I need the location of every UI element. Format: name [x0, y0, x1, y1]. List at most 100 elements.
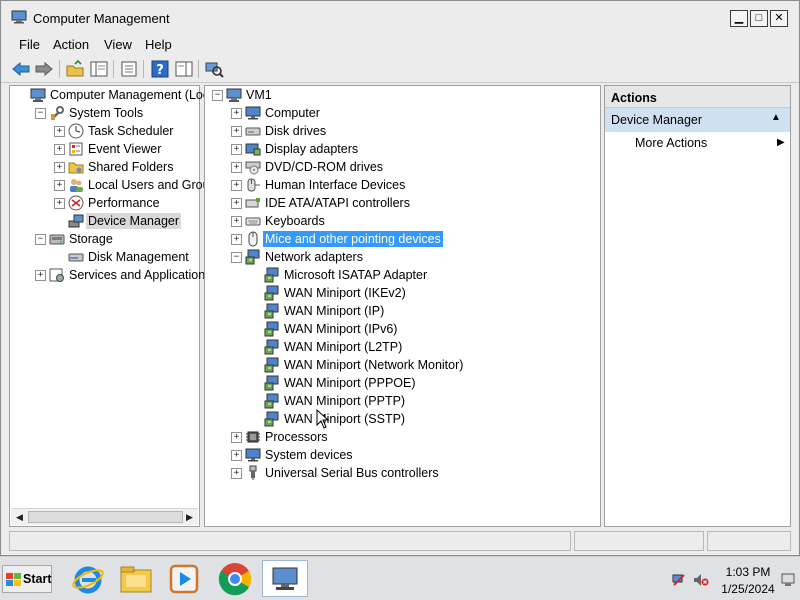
- tree-item-wan-miniport-pptp[interactable]: WAN Miniport (PPTP): [205, 392, 599, 410]
- tree-item-performance[interactable]: + Performance: [10, 194, 198, 212]
- expand-icon[interactable]: +: [231, 108, 242, 119]
- expand-icon[interactable]: +: [35, 270, 46, 281]
- tree-item-network-adapters[interactable]: − Network adapters: [205, 248, 599, 266]
- collapse-icon[interactable]: −: [212, 90, 223, 101]
- menu-action[interactable]: Action: [53, 37, 89, 52]
- expand-icon[interactable]: +: [231, 198, 242, 209]
- device-tree-pane[interactable]: − VM1 + Computer + Disk drives + Display adapte…: [204, 85, 601, 527]
- horizontal-scrollbar[interactable]: ◀ ▶: [11, 508, 198, 525]
- collapse-up-icon[interactable]: ▲: [771, 112, 781, 123]
- tree-item-display-adapters[interactable]: + Display adapters: [205, 140, 599, 158]
- collapse-icon[interactable]: −: [35, 108, 46, 119]
- scroll-left-icon[interactable]: ◀: [13, 511, 26, 524]
- expand-icon[interactable]: +: [231, 468, 242, 479]
- tree-item-universal-serial-bus-controllers[interactable]: + Universal Serial Bus controllers: [205, 464, 599, 482]
- chrome-icon[interactable]: [217, 561, 253, 597]
- menu-help[interactable]: Help: [145, 37, 172, 52]
- internet-explorer-icon[interactable]: [70, 561, 106, 597]
- title-bar[interactable]: Computer Management ▁ □ ✕: [1, 1, 799, 33]
- scroll-right-icon[interactable]: ▶: [183, 511, 196, 524]
- tree-item-wan-miniport-l2tp[interactable]: WAN Miniport (L2TP): [205, 338, 599, 356]
- tree-item-label: WAN Miniport (IP): [284, 304, 385, 318]
- expand-icon[interactable]: +: [231, 432, 242, 443]
- tree-item-dvd-cd-rom-drives[interactable]: + DVD/CD-ROM drives: [205, 158, 599, 176]
- network-tray-icon[interactable]: [672, 573, 686, 587]
- tree-item-human-interface-devices[interactable]: + Human Interface Devices: [205, 176, 599, 194]
- expand-icon[interactable]: +: [231, 126, 242, 137]
- actions-section-device-manager[interactable]: Device Manager ▲: [605, 108, 790, 132]
- network-adapter-icon: [264, 393, 279, 409]
- tree-item-wan-miniport-pppoe[interactable]: WAN Miniport (PPPOE): [205, 374, 599, 392]
- mouse-cursor-icon: [316, 409, 330, 429]
- tree-item-microsoft-isatap-adapter[interactable]: Microsoft ISATAP Adapter: [205, 266, 599, 284]
- tree-item-wan-miniport-ip[interactable]: WAN Miniport (IP): [205, 302, 599, 320]
- menu-view[interactable]: View: [104, 37, 132, 52]
- more-actions-item[interactable]: More Actions: [635, 136, 707, 150]
- tree-item-event-viewer[interactable]: + Event Viewer: [10, 140, 198, 158]
- collapse-icon[interactable]: −: [35, 234, 46, 245]
- tree-item-storage[interactable]: − Storage: [10, 230, 198, 248]
- tree-item-local-users-and-groups[interactable]: + Local Users and Groups: [10, 176, 223, 194]
- expand-icon[interactable]: +: [54, 144, 65, 155]
- tree-item-keyboards[interactable]: + Keyboards: [205, 212, 599, 230]
- tree-item-system-devices[interactable]: + System devices: [205, 446, 599, 464]
- tree-item-mice-and-other-pointing-devices[interactable]: + Mice and other pointing devices: [205, 230, 599, 248]
- close-button[interactable]: ✕: [770, 10, 788, 27]
- menu-file[interactable]: File: [19, 37, 40, 52]
- tree-item-shared-folders[interactable]: + Shared Folders: [10, 158, 198, 176]
- tree-item-wan-miniport-ikev2[interactable]: WAN Miniport (IKEv2): [205, 284, 599, 302]
- console-tree-pane[interactable]: Computer Management (Local − System Tools +…: [9, 85, 223, 527]
- tree-item-task-scheduler[interactable]: + Task Scheduler: [10, 122, 198, 140]
- expand-icon[interactable]: +: [231, 144, 242, 155]
- notification-icon[interactable]: [781, 573, 795, 587]
- network-adapter-icon: [264, 267, 279, 283]
- window-title: Computer Management: [33, 11, 170, 26]
- tree-item-wan-miniport-sstp[interactable]: WAN Miniport (SSTP): [205, 410, 599, 428]
- media-player-icon[interactable]: [166, 561, 202, 597]
- show-hide-tree-icon[interactable]: [89, 60, 109, 78]
- tree-item-ide-ata-atapi-controllers[interactable]: + IDE ATA/ATAPI controllers: [205, 194, 599, 212]
- expand-icon[interactable]: +: [231, 450, 242, 461]
- expand-icon[interactable]: +: [231, 162, 242, 173]
- tree-item-label: Universal Serial Bus controllers: [265, 466, 439, 480]
- clock-date[interactable]: 1/25/2024: [712, 582, 784, 596]
- show-hide-action-pane-icon[interactable]: [174, 60, 194, 78]
- properties-icon[interactable]: [119, 60, 139, 78]
- volume-muted-icon[interactable]: [693, 573, 709, 587]
- tree-item-disk-drives[interactable]: + Disk drives: [205, 122, 599, 140]
- tree-item-services-and-applications[interactable]: + Services and Applications: [10, 266, 211, 284]
- scroll-thumb[interactable]: [28, 511, 183, 523]
- back-arrow-icon[interactable]: [11, 60, 31, 78]
- scan-hardware-icon[interactable]: [204, 60, 224, 78]
- expand-icon[interactable]: +: [54, 162, 65, 173]
- tree-item-disk-management[interactable]: Disk Management: [10, 248, 198, 266]
- tree-item-processors[interactable]: + Processors: [205, 428, 599, 446]
- expand-icon[interactable]: +: [54, 126, 65, 137]
- minimize-button[interactable]: ▁: [730, 10, 748, 27]
- maximize-button[interactable]: □: [750, 10, 768, 27]
- expand-icon[interactable]: +: [54, 198, 65, 209]
- tree-item-system-tools[interactable]: − System Tools: [10, 104, 198, 122]
- expand-icon[interactable]: +: [231, 234, 242, 245]
- tree-item-wan-miniport-network-monitor[interactable]: WAN Miniport (Network Monitor): [205, 356, 599, 374]
- expand-icon[interactable]: +: [231, 180, 242, 191]
- start-button[interactable]: Start: [2, 565, 52, 593]
- performance-icon: [68, 195, 84, 211]
- file-explorer-icon[interactable]: [118, 561, 154, 597]
- tree-item-label: Mice and other pointing devices: [263, 231, 443, 247]
- tree-item-wan-miniport-ipv6[interactable]: WAN Miniport (IPv6): [205, 320, 599, 338]
- tree-item-device-manager[interactable]: Device Manager: [10, 212, 198, 230]
- up-folder-icon[interactable]: [65, 60, 85, 78]
- tree-item-computer-management-local[interactable]: Computer Management (Local: [10, 86, 219, 104]
- tree-item-computer[interactable]: + Computer: [205, 104, 599, 122]
- tree-item-label: WAN Miniport (PPPOE): [284, 376, 416, 390]
- collapse-icon[interactable]: −: [231, 252, 242, 263]
- tree-item-vm1[interactable]: − VM1: [205, 86, 599, 104]
- expand-icon[interactable]: +: [231, 216, 242, 227]
- forward-arrow-icon[interactable]: [34, 60, 54, 78]
- expand-icon[interactable]: +: [54, 180, 65, 191]
- help-icon[interactable]: ?: [150, 60, 170, 78]
- toolbar-separator: [59, 60, 60, 78]
- computer-management-taskbar-button[interactable]: [262, 560, 308, 597]
- clock-time[interactable]: 1:03 PM: [718, 565, 778, 579]
